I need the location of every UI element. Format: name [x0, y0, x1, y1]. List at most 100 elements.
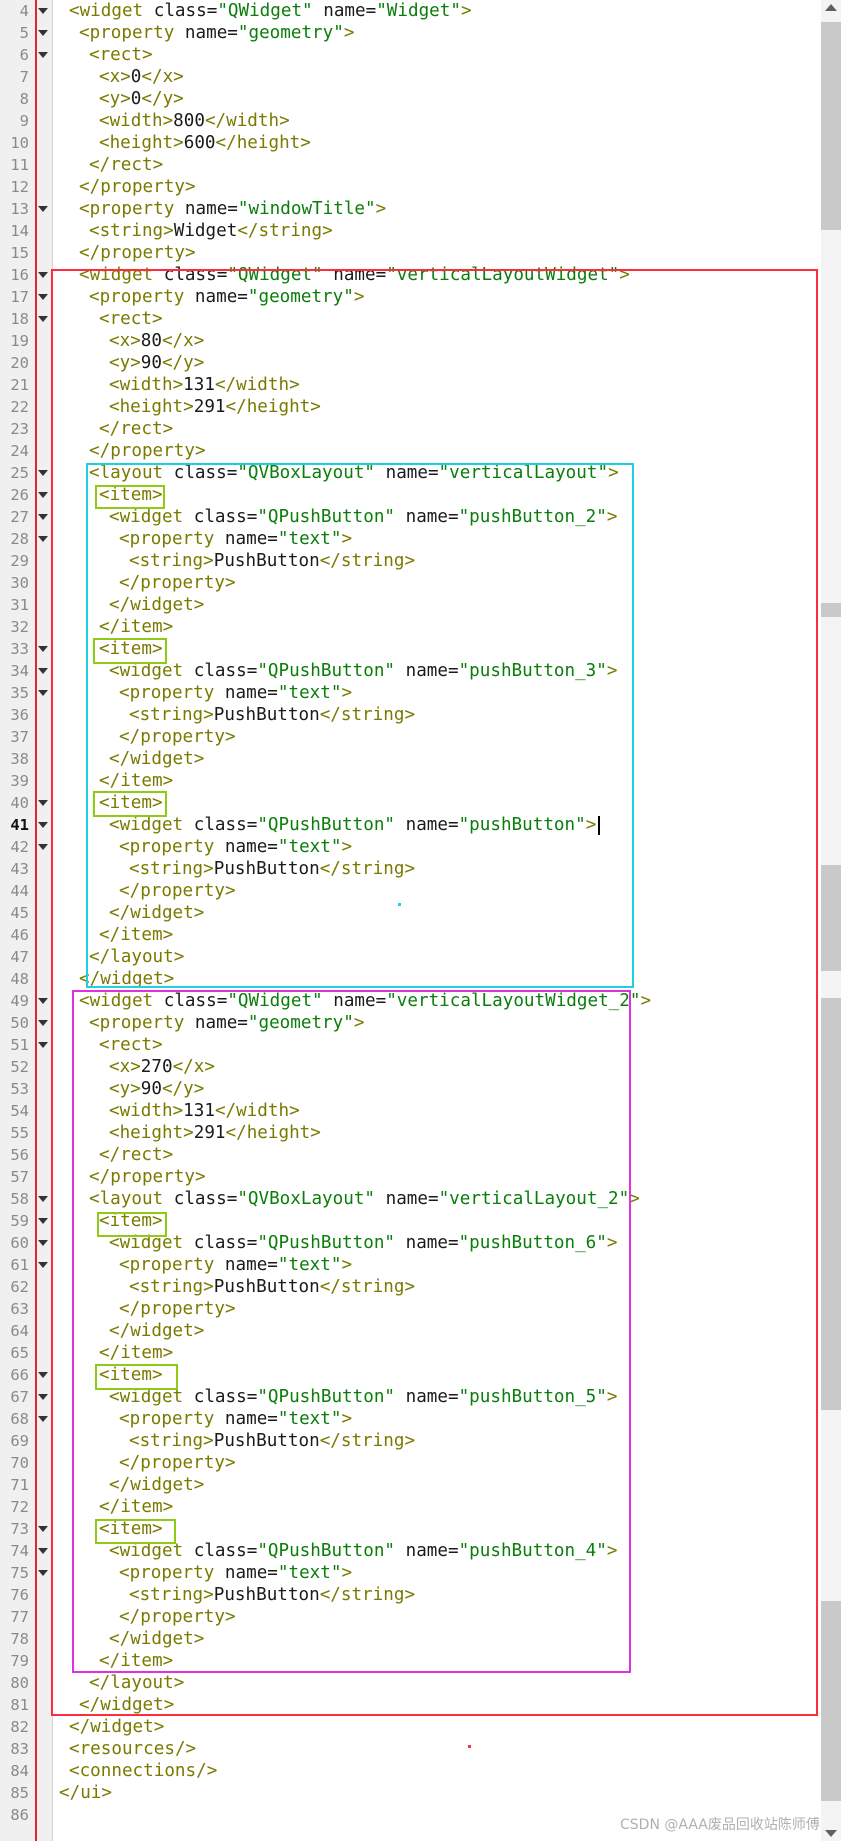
fold-toggle-icon[interactable] [38, 1240, 48, 1246]
code-line[interactable]: 59 <item> [0, 1210, 820, 1232]
fold-toggle-icon[interactable] [38, 8, 48, 14]
code-line[interactable]: 22 <height>291</height> [0, 396, 820, 418]
code-line[interactable]: 71 </widget> [0, 1474, 820, 1496]
code-line[interactable]: 78 </widget> [0, 1628, 820, 1650]
code-text[interactable]: <height>291</height> [109, 1122, 321, 1144]
fold-toggle-icon[interactable] [38, 1196, 48, 1202]
code-text[interactable]: <item> [99, 1364, 163, 1386]
code-line[interactable]: 42 <property name="text"> [0, 836, 820, 858]
code-line[interactable]: 33 <item> [0, 638, 820, 660]
code-text[interactable]: </property> [89, 440, 206, 462]
code-text[interactable]: </item> [99, 1496, 173, 1518]
code-line[interactable]: 35 <property name="text"> [0, 682, 820, 704]
code-text[interactable]: </rect> [99, 1144, 173, 1166]
code-text[interactable]: </widget> [109, 1320, 204, 1342]
code-line[interactable]: 57 </property> [0, 1166, 820, 1188]
code-line[interactable]: 4 <widget class="QWidget" name="Widget"> [0, 0, 820, 22]
code-line[interactable]: 34 <widget class="QPushButton" name="push… [0, 660, 820, 682]
code-text[interactable]: <widget class="QWidget" name="verticalLa… [79, 990, 651, 1012]
code-line[interactable]: 19 <x>80</x> [0, 330, 820, 352]
fold-toggle-icon[interactable] [38, 1262, 48, 1268]
code-text[interactable]: <item> [99, 1210, 163, 1232]
code-text[interactable]: <string>PushButton</string> [129, 1276, 415, 1298]
code-line[interactable]: 16 <widget class="QWidget" name="vertical… [0, 264, 820, 286]
fold-toggle-icon[interactable] [38, 1416, 48, 1422]
code-line[interactable]: 45 </widget> [0, 902, 820, 924]
code-text[interactable]: </layout> [89, 946, 184, 968]
code-line[interactable]: 39 </item> [0, 770, 820, 792]
code-text[interactable]: <layout class="QVBoxLayout" name="vertic… [89, 1188, 640, 1210]
scrollbar-thumb[interactable] [821, 22, 841, 230]
code-text[interactable]: </widget> [109, 1628, 204, 1650]
code-text[interactable]: </ui> [59, 1782, 112, 1804]
code-text[interactable]: <string>PushButton</string> [129, 1584, 415, 1606]
code-text[interactable]: </rect> [99, 418, 173, 440]
code-line[interactable]: 13 <property name="windowTitle"> [0, 198, 820, 220]
code-text[interactable]: <item> [99, 792, 163, 814]
code-line[interactable]: 52 <x>270</x> [0, 1056, 820, 1078]
code-line[interactable]: 9 <width>800</width> [0, 110, 820, 132]
fold-toggle-icon[interactable] [38, 492, 48, 498]
code-text[interactable]: <width>131</width> [109, 374, 300, 396]
code-line[interactable]: 50 <property name="geometry"> [0, 1012, 820, 1034]
code-text[interactable]: </property> [119, 726, 236, 748]
code-line[interactable]: 80 </layout> [0, 1672, 820, 1694]
code-text[interactable]: </property> [79, 176, 196, 198]
code-text[interactable]: </item> [99, 1342, 173, 1364]
fold-toggle-icon[interactable] [38, 998, 48, 1004]
code-line[interactable]: 24 </property> [0, 440, 820, 462]
fold-toggle-icon[interactable] [38, 30, 48, 36]
code-text[interactable]: <string>PushButton</string> [129, 858, 415, 880]
code-text[interactable]: <rect> [89, 44, 153, 66]
code-text[interactable]: <property name="windowTitle"> [79, 198, 386, 220]
code-line[interactable]: 64 </widget> [0, 1320, 820, 1342]
code-text[interactable]: </item> [99, 770, 173, 792]
code-line[interactable]: 85 </ui> [0, 1782, 820, 1804]
fold-toggle-icon[interactable] [38, 272, 48, 278]
fold-toggle-icon[interactable] [38, 52, 48, 58]
code-text[interactable]: <widget class="QPushButton" name="pushBu… [109, 1232, 617, 1254]
code-line[interactable]: 40 <item> [0, 792, 820, 814]
code-line[interactable]: 77 </property> [0, 1606, 820, 1628]
code-text[interactable]: </property> [119, 1606, 236, 1628]
code-line[interactable]: 48 </widget> [0, 968, 820, 990]
code-line[interactable]: 67 <widget class="QPushButton" name="push… [0, 1386, 820, 1408]
code-text[interactable]: <string>Widget</string> [89, 220, 333, 242]
code-text[interactable]: </item> [99, 924, 173, 946]
fold-toggle-icon[interactable] [38, 1526, 48, 1532]
code-text[interactable]: <property name="text"> [119, 836, 352, 858]
code-line[interactable]: 14 <string>Widget</string> [0, 220, 820, 242]
code-line[interactable]: 25 <layout class="QVBoxLayout" name="vert… [0, 462, 820, 484]
code-text[interactable]: <widget class="QPushButton" name="pushBu… [109, 506, 617, 528]
code-line[interactable]: 23 </rect> [0, 418, 820, 440]
code-text[interactable]: <connections/> [69, 1760, 217, 1782]
scroll-up-arrow-icon[interactable] [825, 4, 837, 11]
code-text[interactable]: </widget> [109, 748, 204, 770]
code-text[interactable]: <widget class="QPushButton" name="pushBu… [109, 660, 617, 682]
fold-toggle-icon[interactable] [38, 668, 48, 674]
code-text[interactable]: </property> [89, 1166, 206, 1188]
code-line[interactable]: 82 </widget> [0, 1716, 820, 1738]
code-line[interactable]: 68 <property name="text"> [0, 1408, 820, 1430]
code-line[interactable]: 17 <property name="geometry"> [0, 286, 820, 308]
code-line[interactable]: 15 </property> [0, 242, 820, 264]
code-line[interactable]: 38 </widget> [0, 748, 820, 770]
code-text[interactable]: <property name="text"> [119, 1254, 352, 1276]
code-line[interactable]: 66 <item> [0, 1364, 820, 1386]
code-text[interactable]: <y>0</y> [99, 88, 184, 110]
fold-toggle-icon[interactable] [38, 1020, 48, 1026]
code-line[interactable]: 26 <item> [0, 484, 820, 506]
code-text[interactable]: </widget> [69, 1716, 164, 1738]
code-line[interactable]: 63 </property> [0, 1298, 820, 1320]
code-line[interactable]: 62 <string>PushButton</string> [0, 1276, 820, 1298]
code-line[interactable]: 49 <widget class="QWidget" name="vertical… [0, 990, 820, 1012]
code-text[interactable]: </property> [119, 1452, 236, 1474]
code-line[interactable]: 8 <y>0</y> [0, 88, 820, 110]
code-line[interactable]: 51 <rect> [0, 1034, 820, 1056]
code-text[interactable]: <y>90</y> [109, 1078, 204, 1100]
fold-toggle-icon[interactable] [38, 206, 48, 212]
code-line[interactable]: 12 </property> [0, 176, 820, 198]
code-text[interactable]: <widget class="QPushButton" name="pushBu… [109, 1386, 617, 1408]
code-line[interactable]: 5 <property name="geometry"> [0, 22, 820, 44]
fold-toggle-icon[interactable] [38, 822, 48, 828]
